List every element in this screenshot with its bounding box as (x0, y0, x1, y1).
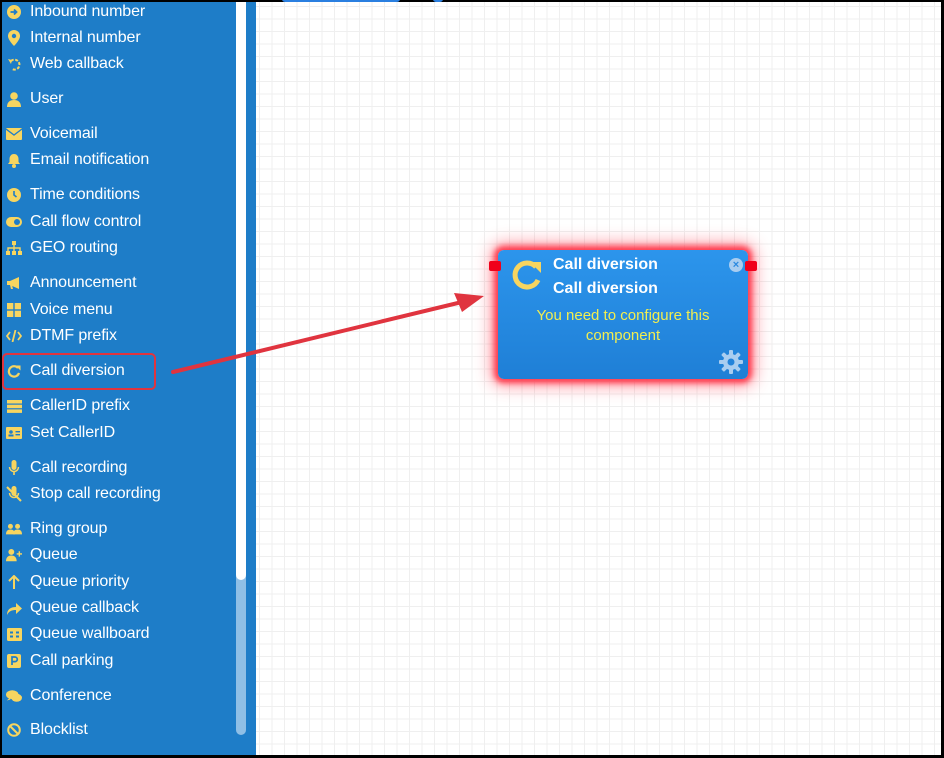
sidebar-item-queue-callback[interactable]: Queue callback (2, 596, 139, 620)
sidebar-item-label: Web callback (30, 55, 124, 72)
arrow-up-icon (6, 574, 22, 590)
microphone-slash-icon (6, 486, 22, 502)
ban-icon (6, 722, 22, 738)
sidebar-item-label: Call flow control (30, 213, 142, 230)
sidebar-item-voice-menu[interactable]: Voice menu (2, 298, 113, 322)
node-warning: You need to configure this component (536, 307, 710, 344)
sidebar-item-label: Call parking (30, 652, 114, 669)
sidebar-item-blocklist[interactable]: Blocklist (2, 718, 88, 742)
sidebar-item-ring-group[interactable]: Ring group (2, 517, 107, 541)
sidebar-item-label: Stop call recording (30, 485, 161, 502)
close-icon[interactable]: × (729, 258, 743, 272)
megaphone-icon (6, 275, 22, 291)
sidebar-item-label: Email notification (30, 151, 150, 168)
scrollbar-thumb[interactable] (236, 2, 246, 580)
microphone-icon (6, 460, 22, 476)
sidebar-item-web-callback[interactable]: Web callback (2, 52, 124, 76)
wallboard-icon (6, 626, 22, 642)
sidebar-item-label: DTMF prefix (30, 327, 117, 344)
annotation-highlight-box (2, 353, 156, 390)
sidebar-item-email-notification[interactable]: Email notification (2, 148, 149, 172)
list-icon (6, 398, 22, 414)
redo-icon (512, 260, 541, 290)
users-icon (6, 521, 22, 537)
comments-icon (6, 688, 22, 704)
sidebar-item-dtmf-prefix[interactable]: DTMF prefix (2, 324, 117, 348)
sidebar-item-queue[interactable]: Queue (2, 543, 78, 567)
id-card-icon (6, 425, 22, 441)
user-icon (6, 91, 22, 107)
parking-icon (6, 653, 22, 669)
sidebar-item-label: Voicemail (30, 125, 98, 142)
sidebar-item-callerid-prefix[interactable]: CallerID prefix (2, 394, 130, 418)
sidebar-item-label: Set CallerID (30, 424, 116, 441)
sidebar-item-call-flow-control[interactable]: Call flow control (2, 210, 141, 234)
node-subtitle: Call diversion (553, 280, 658, 297)
sidebar-item-call-recording[interactable]: Call recording (2, 456, 127, 480)
sidebar-item-label: Conference (30, 687, 112, 704)
sidebar-item-label: GEO routing (30, 239, 118, 256)
sidebar-item-queue-priority[interactable]: Queue priority (2, 570, 129, 594)
grid-icon (6, 302, 22, 318)
sidebar-item-label: Queue callback (30, 599, 139, 616)
sidebar-item-conference[interactable]: Conference (2, 684, 112, 708)
sidebar-item-label: Ring group (30, 520, 108, 537)
toggle-icon (6, 214, 22, 230)
bell-icon (6, 152, 22, 168)
sidebar-item-label: CallerID prefix (30, 397, 130, 414)
sidebar-item-inbound-number[interactable]: Inbound number (2, 2, 145, 24)
sidebar-item-label: Voice menu (30, 301, 113, 318)
sidebar-item-label: Inbound number (30, 3, 146, 20)
sidebar-item-label: Queue priority (30, 573, 130, 590)
sidebar-item-geo-routing[interactable]: GEO routing (2, 236, 118, 260)
sidebar-item-label: Call recording (30, 459, 128, 476)
share-icon (6, 600, 22, 616)
envelope-icon (6, 126, 22, 142)
sidebar-item-label: Queue (30, 546, 78, 563)
map-pin-icon (6, 30, 22, 46)
sidebar-item-time-conditions[interactable]: Time conditions (2, 183, 140, 207)
input-port[interactable] (489, 261, 501, 271)
sidebar-item-set-callerid[interactable]: Set CallerID (2, 421, 115, 445)
sidebar-item-label: Internal number (30, 29, 141, 46)
sidebar-item-label: Queue wallboard (30, 625, 150, 642)
sidebar-item-call-parking[interactable]: Call parking (2, 649, 113, 673)
sidebar-item-label: Announcement (30, 274, 137, 291)
sidebar-item-internal-number[interactable]: Internal number (2, 26, 141, 50)
user-plus-icon (6, 547, 22, 563)
sidebar-item-announcement[interactable]: Announcement (2, 271, 137, 295)
toolbar-element[interactable] (282, 0, 400, 2)
sidebar-item-queue-wallboard[interactable]: Queue wallboard (2, 622, 150, 646)
sidebar-item-user[interactable]: User (2, 87, 63, 111)
call-diversion-node[interactable]: Call diversion Call diversion You need t… (489, 250, 757, 379)
sidebar-item-label: User (30, 90, 64, 107)
node-title: Call diversion (553, 256, 658, 273)
sidebar-item-stop-call-recording[interactable]: Stop call recording (2, 482, 161, 506)
callback-icon (6, 56, 22, 72)
gear-icon[interactable] (718, 349, 744, 375)
sidebar-item-voicemail[interactable]: Voicemail (2, 122, 98, 146)
output-port[interactable] (745, 261, 757, 271)
arrow-circle-right-icon (6, 4, 22, 20)
sidebar-item-label: Blocklist (30, 721, 88, 738)
sitemap-icon (6, 240, 22, 256)
code-icon (6, 328, 22, 344)
clock-icon (6, 187, 22, 203)
sidebar-item-label: Time conditions (30, 186, 140, 203)
